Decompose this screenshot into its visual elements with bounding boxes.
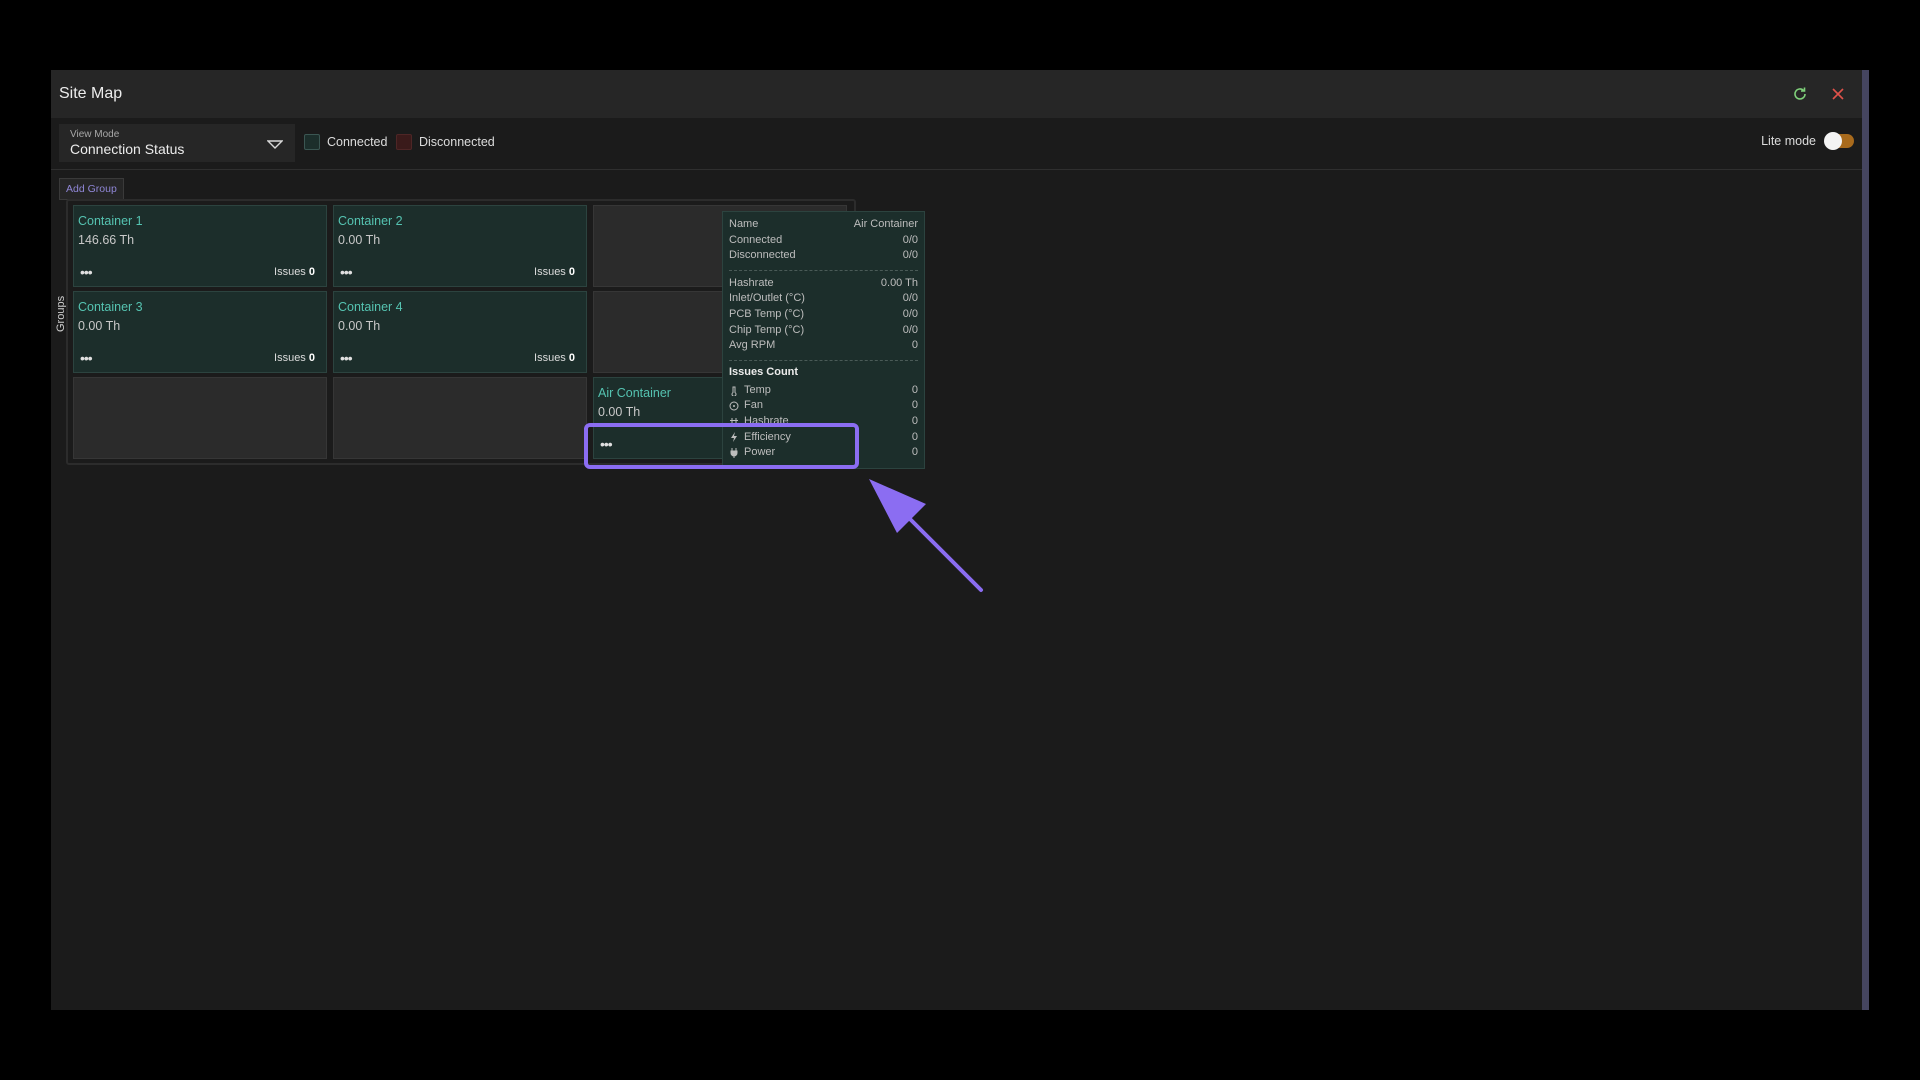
- lite-mode-label: Lite mode: [1761, 134, 1816, 148]
- tooltip-divider: [729, 359, 918, 361]
- container-menu-button[interactable]: •••: [80, 350, 93, 366]
- container-tooltip: Name Air Container Connected 0/0 Disconnec…: [722, 211, 925, 469]
- tooltip-divider: [729, 269, 918, 271]
- title-bar: Site Map: [51, 70, 1862, 118]
- container-card[interactable]: Container 4 0.00 Th ••• Issues 0: [333, 291, 587, 373]
- thermometer-icon: [729, 386, 739, 396]
- tooltip-row-rpm: Avg RPM 0: [729, 339, 918, 352]
- tooltip-issue-fan: Fan 0: [729, 398, 918, 414]
- container-hashrate: 146.66 Th: [78, 233, 135, 247]
- container-menu-button[interactable]: •••: [600, 436, 613, 452]
- lite-mode-toggle[interactable]: [1824, 132, 1854, 150]
- annotation-arrow-icon: [869, 479, 983, 592]
- container-name: Container 3: [78, 300, 143, 314]
- tooltip-issue-temp: Temp 0: [729, 383, 918, 399]
- site-map-window: Site Map View Mode Connection Status Con…: [51, 70, 1869, 1010]
- chevron-down-icon: [266, 137, 284, 155]
- tooltip-row-inlet: Inlet/Outlet (°C) 0/0: [729, 292, 918, 305]
- hashrate-icon: [729, 417, 739, 427]
- container-card[interactable]: Container 2 0.00 Th ••• Issues 0: [333, 205, 587, 287]
- lite-mode: Lite mode: [1761, 132, 1854, 150]
- toolbar: View Mode Connection Status Connected Di…: [51, 118, 1862, 170]
- container-name: Container 4: [338, 300, 403, 314]
- container-menu-button[interactable]: •••: [340, 350, 353, 366]
- empty-slot[interactable]: [73, 377, 327, 459]
- container-name: Container 1: [78, 214, 143, 228]
- view-mode-label: View Mode: [70, 129, 120, 140]
- legend-connected: Connected: [304, 134, 387, 150]
- scrollbar[interactable]: [1862, 70, 1869, 1010]
- container-issues: Issues 0: [534, 352, 575, 364]
- container-menu-button[interactable]: •••: [340, 264, 353, 280]
- tooltip-issue-efficiency: Efficiency 0: [729, 430, 918, 446]
- refresh-icon[interactable]: [1790, 84, 1810, 104]
- tooltip-row-pcb: PCB Temp (°C) 0/0: [729, 307, 918, 320]
- window-title: Site Map: [59, 85, 123, 102]
- container-name: Container 2: [338, 214, 403, 228]
- container-hashrate: 0.00 Th: [338, 319, 381, 333]
- disconnected-swatch: [396, 134, 412, 150]
- tooltip-issue-power: Power 0: [729, 445, 918, 461]
- container-issues: Issues 0: [534, 266, 575, 278]
- tooltip-row-disconnected: Disconnected 0/0: [729, 249, 918, 262]
- fan-icon: [729, 401, 739, 411]
- lightning-icon: [729, 432, 739, 443]
- container-issues: Issues 0: [274, 266, 315, 278]
- issues-count-heading: Issues Count: [729, 365, 799, 378]
- connected-swatch: [304, 134, 320, 150]
- tooltip-row-connected: Connected 0/0: [729, 233, 918, 246]
- container-card[interactable]: Container 3 0.00 Th ••• Issues 0: [73, 291, 327, 373]
- container-issues: Issues 0: [274, 352, 315, 364]
- tooltip-row-hashrate: Hashrate 0.00 Th: [729, 276, 918, 289]
- legend-connected-label: Connected: [327, 135, 388, 149]
- close-icon[interactable]: [1828, 84, 1848, 104]
- tooltip-row-name: Name Air Container: [729, 218, 918, 230]
- view-mode-select[interactable]: View Mode Connection Status: [59, 124, 295, 162]
- add-group-button[interactable]: Add Group: [59, 178, 124, 200]
- container-hashrate: 0.00 Th: [78, 319, 121, 333]
- plug-icon: [729, 447, 739, 458]
- legend-disconnected: Disconnected: [396, 134, 495, 150]
- container-hashrate: 0.00 Th: [338, 233, 381, 247]
- empty-slot[interactable]: [333, 377, 587, 459]
- tooltip-issue-hashrate: Hashrate 0: [729, 414, 918, 430]
- tooltip-row-chip: Chip Temp (°C) 0/0: [729, 323, 918, 336]
- legend-disconnected-label: Disconnected: [419, 135, 495, 149]
- view-mode-value: Connection Status: [70, 141, 185, 157]
- container-menu-button[interactable]: •••: [80, 264, 93, 280]
- container-card[interactable]: Container 1 146.66 Th ••• Issues 0: [73, 205, 327, 287]
